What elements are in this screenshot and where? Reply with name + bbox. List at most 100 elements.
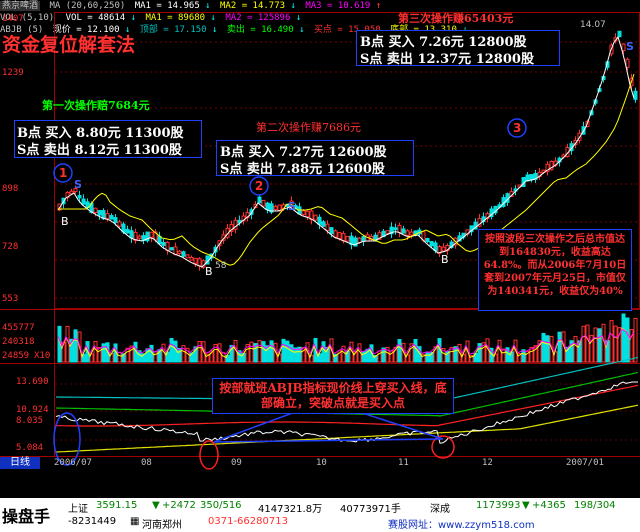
candle-body: [393, 227, 398, 231]
volume-bar: [613, 325, 618, 363]
volume-bar: [169, 337, 174, 363]
status-website[interactable]: 赛股网址：www.zzym518.com: [388, 516, 535, 531]
volume-bars: [57, 313, 638, 363]
volume-bar: [197, 341, 202, 363]
candle-body: [169, 247, 174, 251]
candle-body: [189, 256, 194, 261]
volume-bar: [125, 347, 130, 363]
candle-body: [81, 198, 86, 205]
location-icon: ▦: [130, 516, 140, 527]
op3-number: 3: [513, 121, 522, 135]
candle-body: [633, 90, 638, 100]
candle-body: [161, 241, 166, 247]
candle-body: [305, 210, 310, 218]
sh-index-name[interactable]: 上证: [68, 500, 88, 515]
volume-bar: [249, 341, 254, 363]
volume-bar: [621, 313, 626, 363]
candle-body: [341, 233, 346, 242]
candle-body: [93, 207, 98, 214]
abjb-note-text: 按部就班ABJB指标现价线上穿买入线，底部确立，突破点就是买入点: [219, 381, 447, 410]
date-label: 09: [231, 458, 242, 468]
volume-bar: [65, 325, 70, 363]
volume-bar: [625, 317, 630, 363]
volume-bar: [397, 339, 402, 363]
volume-bar: [541, 332, 546, 363]
vol-axis-label: 24859: [2, 351, 30, 361]
price-axis-label: 1407: [2, 14, 24, 24]
volume-bar: [381, 347, 386, 363]
sh-volume: 40773971手: [340, 504, 401, 515]
volume-bar: [609, 320, 614, 363]
op2-label: 第二次操作赚7686元: [256, 121, 361, 134]
candle-body: [429, 240, 434, 247]
candle-body: [181, 251, 186, 257]
op3-sell-row: S点 卖出 12.37元 12800股: [360, 52, 534, 67]
candle-body: [301, 210, 306, 216]
volume-bar: [557, 331, 562, 363]
ma-indicator-bar: 燕京啤酒 MA (20,60,250) MA1 = 14.965 ↓ MA2 =…: [0, 0, 640, 12]
candle-body: [97, 210, 102, 216]
volume-bar: [585, 324, 590, 363]
op1-label: 第一次操作赔7684元: [42, 99, 150, 112]
volume-bar: [173, 340, 178, 363]
volume-bar: [597, 328, 602, 363]
candle-body: [113, 217, 118, 223]
volume-bar: [93, 340, 98, 363]
volume-bar: [573, 335, 578, 363]
volume-bar: [281, 338, 286, 363]
abjb-axis-label: 13.690: [16, 377, 49, 387]
down-arrow-icon: ↓: [205, 1, 211, 11]
buy-marker: B: [441, 253, 449, 266]
abjb-note-box: 按部就班ABJB指标现价线上穿买入线，底部确立，突破点就是买入点: [212, 378, 454, 414]
vol-unit-label: X10: [34, 351, 51, 361]
sz-change: +4365: [532, 500, 566, 511]
buy-marker: B: [205, 265, 213, 278]
ma-params: MA (20,60,250): [49, 1, 126, 11]
volume-bar: [285, 340, 290, 363]
period-tab-daily[interactable]: 日线: [0, 457, 40, 469]
vol-axis-label: 240318: [2, 337, 35, 347]
app-logo: 操盘手: [2, 507, 51, 526]
op2-number: 2: [255, 179, 264, 193]
candle-body: [425, 237, 430, 243]
candle-body: [345, 235, 350, 242]
candle-body: [197, 258, 202, 267]
sell-marker: S: [74, 178, 82, 191]
volume-bar: [545, 335, 550, 363]
candle-body: [529, 174, 534, 181]
candle-body: [261, 199, 266, 207]
volume-bar: [501, 348, 506, 363]
volume-bar: [117, 351, 122, 363]
candle-body: [397, 224, 402, 234]
candle-body: [185, 254, 190, 259]
op1-sell-row: S点 卖出 8.12元 11300股: [17, 143, 182, 158]
op2-sell-row: S点 卖出 7.88元 12600股: [220, 162, 385, 177]
date-label: 2006/07: [54, 458, 92, 468]
op1-trade-box: B点 买入 8.80元 11300股 S点 卖出 8.12元 11300股: [14, 120, 202, 158]
result-note-box: 按照波段三次操作之后总市值达到164830元，收益高达64.8%。而从2006年…: [478, 229, 632, 311]
volume-bar: [425, 351, 430, 363]
sh-updown: 350/516: [200, 500, 242, 511]
candle-body: [329, 227, 334, 235]
candle-body: [337, 232, 342, 240]
candle-body: [273, 205, 278, 211]
page-title: 资金复位解套法: [2, 34, 136, 56]
candle-body: [433, 242, 438, 252]
candle-body: [401, 228, 406, 234]
sz-index-name[interactable]: 深成: [430, 500, 450, 515]
stock-name[interactable]: 燕京啤酒: [0, 1, 41, 11]
down-arrow-icon: ↓: [290, 1, 296, 11]
sz-updown: 198/304: [574, 500, 616, 511]
volume-bar: [293, 347, 298, 363]
date-label: 10: [316, 458, 327, 468]
candle-body: [409, 231, 414, 236]
volume-bar: [257, 340, 262, 363]
volume-bar: [633, 317, 638, 363]
op3-label: 第三次操作赚65403元: [398, 12, 514, 25]
down-arrow-icon: ▼: [152, 500, 160, 511]
result-note-text: 按照波段三次操作之后总市值达到164830元，收益高达64.8%。而从2006年…: [483, 234, 627, 297]
volume-bar: [177, 347, 182, 363]
sz-index-value: 1173993: [476, 500, 521, 511]
candle-body: [321, 221, 326, 227]
candle-body: [621, 43, 626, 52]
